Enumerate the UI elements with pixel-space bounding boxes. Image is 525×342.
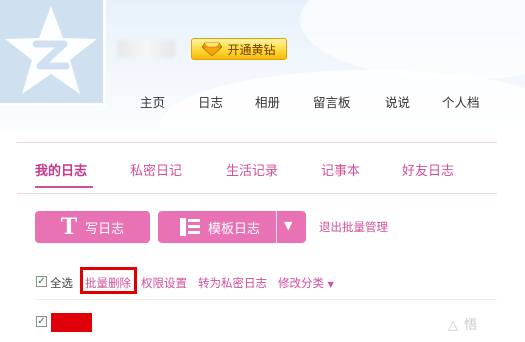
permission-settings-link[interactable]: 权限设置 [141, 275, 187, 291]
nav-item-album[interactable]: 相册 [255, 92, 280, 111]
top-nav: 主页 日志 相册 留言板 说说 个人档 [0, 92, 525, 112]
nav-item-guestbook[interactable]: 留言板 [313, 92, 351, 111]
chevron-down-icon: ▼ [327, 280, 334, 289]
nav-item-home[interactable]: 主页 [140, 92, 165, 111]
highlight-annotation [80, 267, 137, 294]
row-divider [35, 299, 497, 300]
button-separator [276, 211, 277, 243]
template-list-icon [180, 218, 200, 236]
write-blog-button[interactable]: T 写日志 [35, 211, 150, 243]
avatar[interactable] [0, 0, 106, 106]
nav-item-profile[interactable]: 个人档 [442, 92, 480, 111]
username-redacted [117, 40, 175, 58]
exit-batch-manage-link[interactable]: 退出批量管理 [319, 219, 388, 235]
convert-to-private-link[interactable]: 转为私密日志 [198, 275, 267, 291]
tab-friends-blog[interactable]: 好友日志 [402, 160, 454, 179]
tab-private-diary[interactable]: 私密日记 [130, 160, 182, 179]
template-blog-button[interactable]: 模板日志 ▼ [158, 211, 306, 243]
chevron-down-icon[interactable]: ▼ [284, 219, 292, 232]
section-divider [17, 142, 497, 143]
select-all-label[interactable]: 全选 [50, 275, 73, 291]
diamond-icon [202, 42, 223, 56]
header-decoration [300, 0, 525, 80]
open-vip-button[interactable]: 开通黄钻 [191, 38, 287, 60]
write-blog-label: 写日志 [85, 221, 125, 237]
tab-notepad[interactable]: 记事本 [321, 160, 360, 179]
blog-title-redacted [51, 313, 92, 332]
active-tab-indicator [35, 186, 93, 188]
nav-item-shuoshuo[interactable]: 说说 [385, 92, 410, 111]
open-vip-label: 开通黄钻 [227, 42, 276, 57]
change-category-link[interactable]: 修改分类 ▼ [278, 275, 334, 291]
tab-my-blog[interactable]: 我的日志 [35, 160, 87, 179]
tabs-divider [17, 193, 497, 194]
nav-item-blog[interactable]: 日志 [198, 92, 223, 111]
watermark: △ 悟 [448, 318, 479, 333]
tab-life-records[interactable]: 生活记录 [226, 160, 278, 179]
qq-star-logo-icon [5, 6, 97, 94]
select-all-checkbox[interactable]: ✓ [36, 276, 47, 287]
t-letter-icon: T [60, 214, 78, 240]
row-checkbox[interactable]: ✓ [36, 316, 47, 327]
template-blog-label: 模板日志 [208, 221, 261, 237]
